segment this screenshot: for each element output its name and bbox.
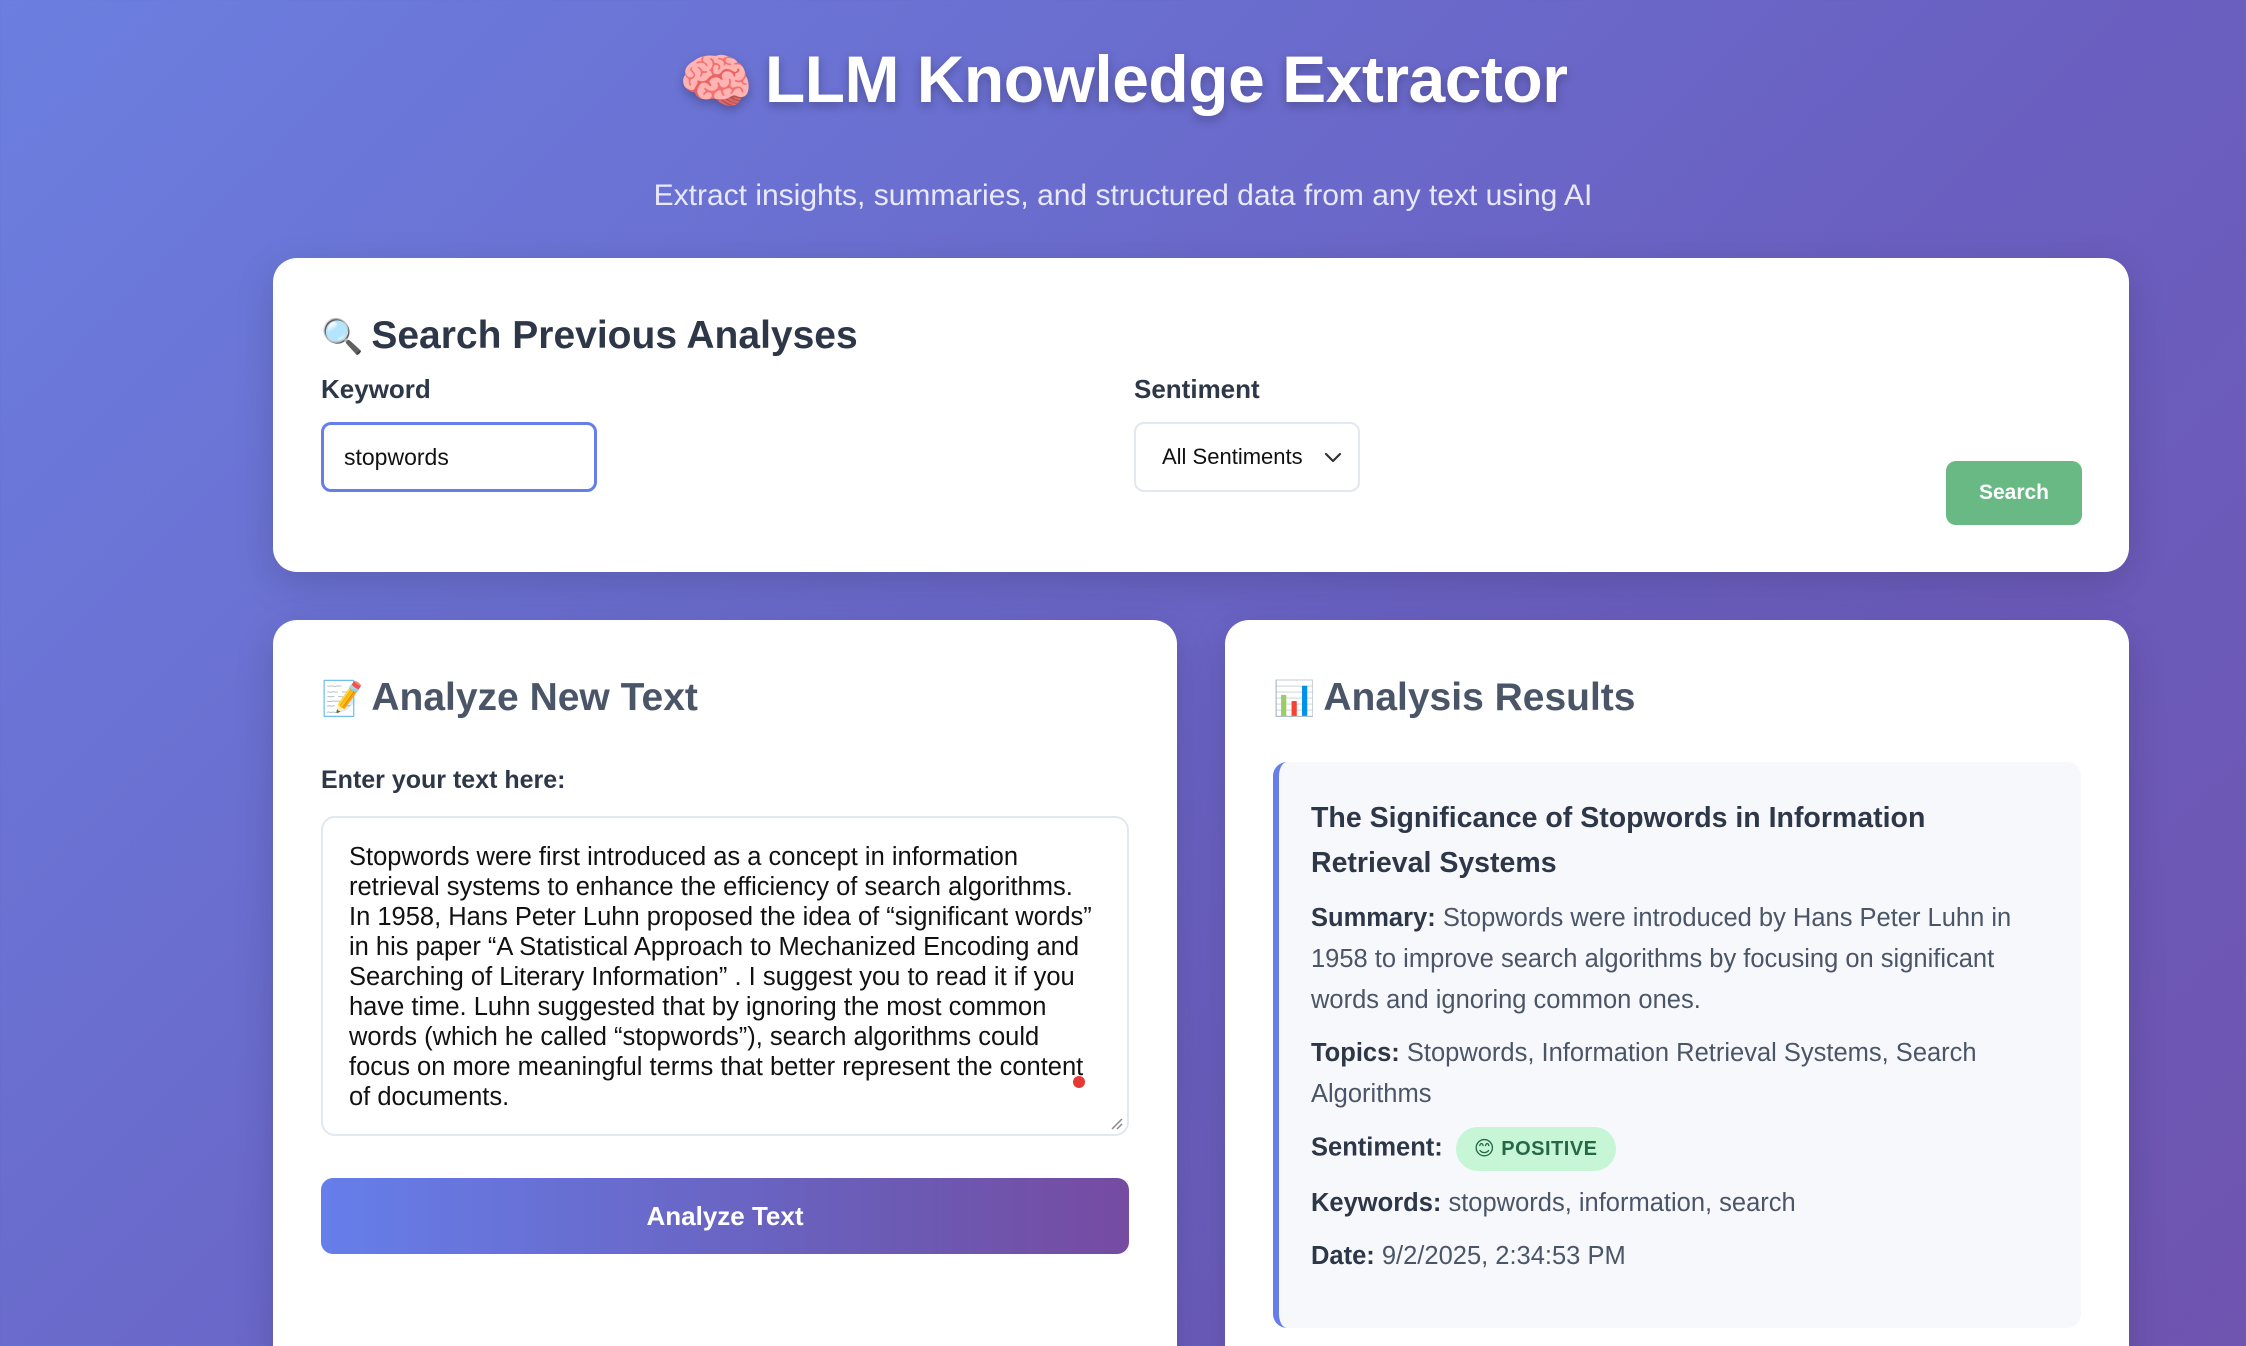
chevron-down-icon xyxy=(1324,452,1342,463)
sentiment-select-value: All Sentiments xyxy=(1162,444,1303,469)
result-sentiment: Sentiment: 😊 POSITIVE xyxy=(1311,1127,2053,1171)
result-topics: Topics: Stopwords, Information Retrieval… xyxy=(1311,1033,2053,1115)
analyze-card: 📝 Analyze New Text Enter your text here: … xyxy=(273,620,1177,1346)
analyze-card-title: 📝 Analyze New Text xyxy=(321,676,698,720)
page-header: 🧠 LLM Knowledge Extractor Extract insight… xyxy=(0,30,2246,213)
app-subtitle: Extract insights, summaries, and structu… xyxy=(653,179,1593,212)
result-summary: Summary: Stopwords were introduced by Ha… xyxy=(1311,898,2053,1021)
sentiment-label: Sentiment xyxy=(1134,374,1260,404)
result-date: Date: 9/2/2025, 2:34:53 PM xyxy=(1311,1236,2053,1277)
recording-dot-icon xyxy=(1073,1076,1085,1088)
summary-label: Summary: xyxy=(1311,904,1436,932)
app-title: 🧠 LLM Knowledge Extractor xyxy=(0,30,2246,131)
resize-grip-icon[interactable] xyxy=(1107,1114,1123,1130)
search-card: 🔍Search Previous Analyses Keyword Sentim… xyxy=(273,258,2129,572)
search-card-title: 🔍 Search Previous Analyses xyxy=(321,314,858,358)
result-keywords: Keywords: stopwords, information, search xyxy=(1311,1183,2053,1224)
memo-icon: 📝 xyxy=(321,680,364,718)
search-card-title-text: Search Previous Analyses xyxy=(371,314,858,357)
sentiment-select[interactable]: All Sentiments xyxy=(1134,422,1360,492)
keyword-input[interactable] xyxy=(321,422,597,492)
sentiment-badge: 😊 POSITIVE xyxy=(1455,1127,1616,1171)
result-item: The Significance of Stopwords in Informa… xyxy=(1273,762,2081,1328)
keyword-label: Keyword xyxy=(321,374,431,404)
bar-chart-icon: 📊 xyxy=(1273,680,1316,718)
sentiment-row-label: Sentiment: xyxy=(1311,1133,1443,1162)
keywords-label: Keywords: xyxy=(1311,1189,1442,1217)
date-value: 9/2/2025, 2:34:53 PM xyxy=(1381,1242,1626,1270)
results-card-title: 📊 Analysis Results xyxy=(1273,676,1635,720)
app-title-text: LLM Knowledge Extractor xyxy=(764,42,1568,116)
analyze-card-title-text: Analyze New Text xyxy=(371,676,698,719)
date-label: Date: xyxy=(1311,1242,1375,1270)
result-title: The Significance of Stopwords in Informa… xyxy=(1311,802,1926,879)
analyze-text-button[interactable]: Analyze Text xyxy=(321,1178,1129,1254)
keywords-value: stopwords, information, search xyxy=(1448,1189,1796,1217)
results-card-title-text: Analysis Results xyxy=(1323,676,1636,719)
brain-icon: 🧠 xyxy=(678,48,754,115)
magnifier-icon: 🔍 xyxy=(321,318,364,356)
search-button[interactable]: Search xyxy=(1946,461,2082,525)
text-input-area[interactable]: Stopwords were first introduced as a con… xyxy=(321,816,1129,1136)
text-input-content: Stopwords were first introduced as a con… xyxy=(349,843,1092,1111)
results-card: 📊 Analysis Results The Significance of St… xyxy=(1225,620,2129,1346)
topics-label: Topics: xyxy=(1311,1039,1400,1067)
text-input-label: Enter your text here: xyxy=(321,766,566,794)
topics-value: Stopwords, Information Retrieval Systems… xyxy=(1311,1039,1977,1108)
